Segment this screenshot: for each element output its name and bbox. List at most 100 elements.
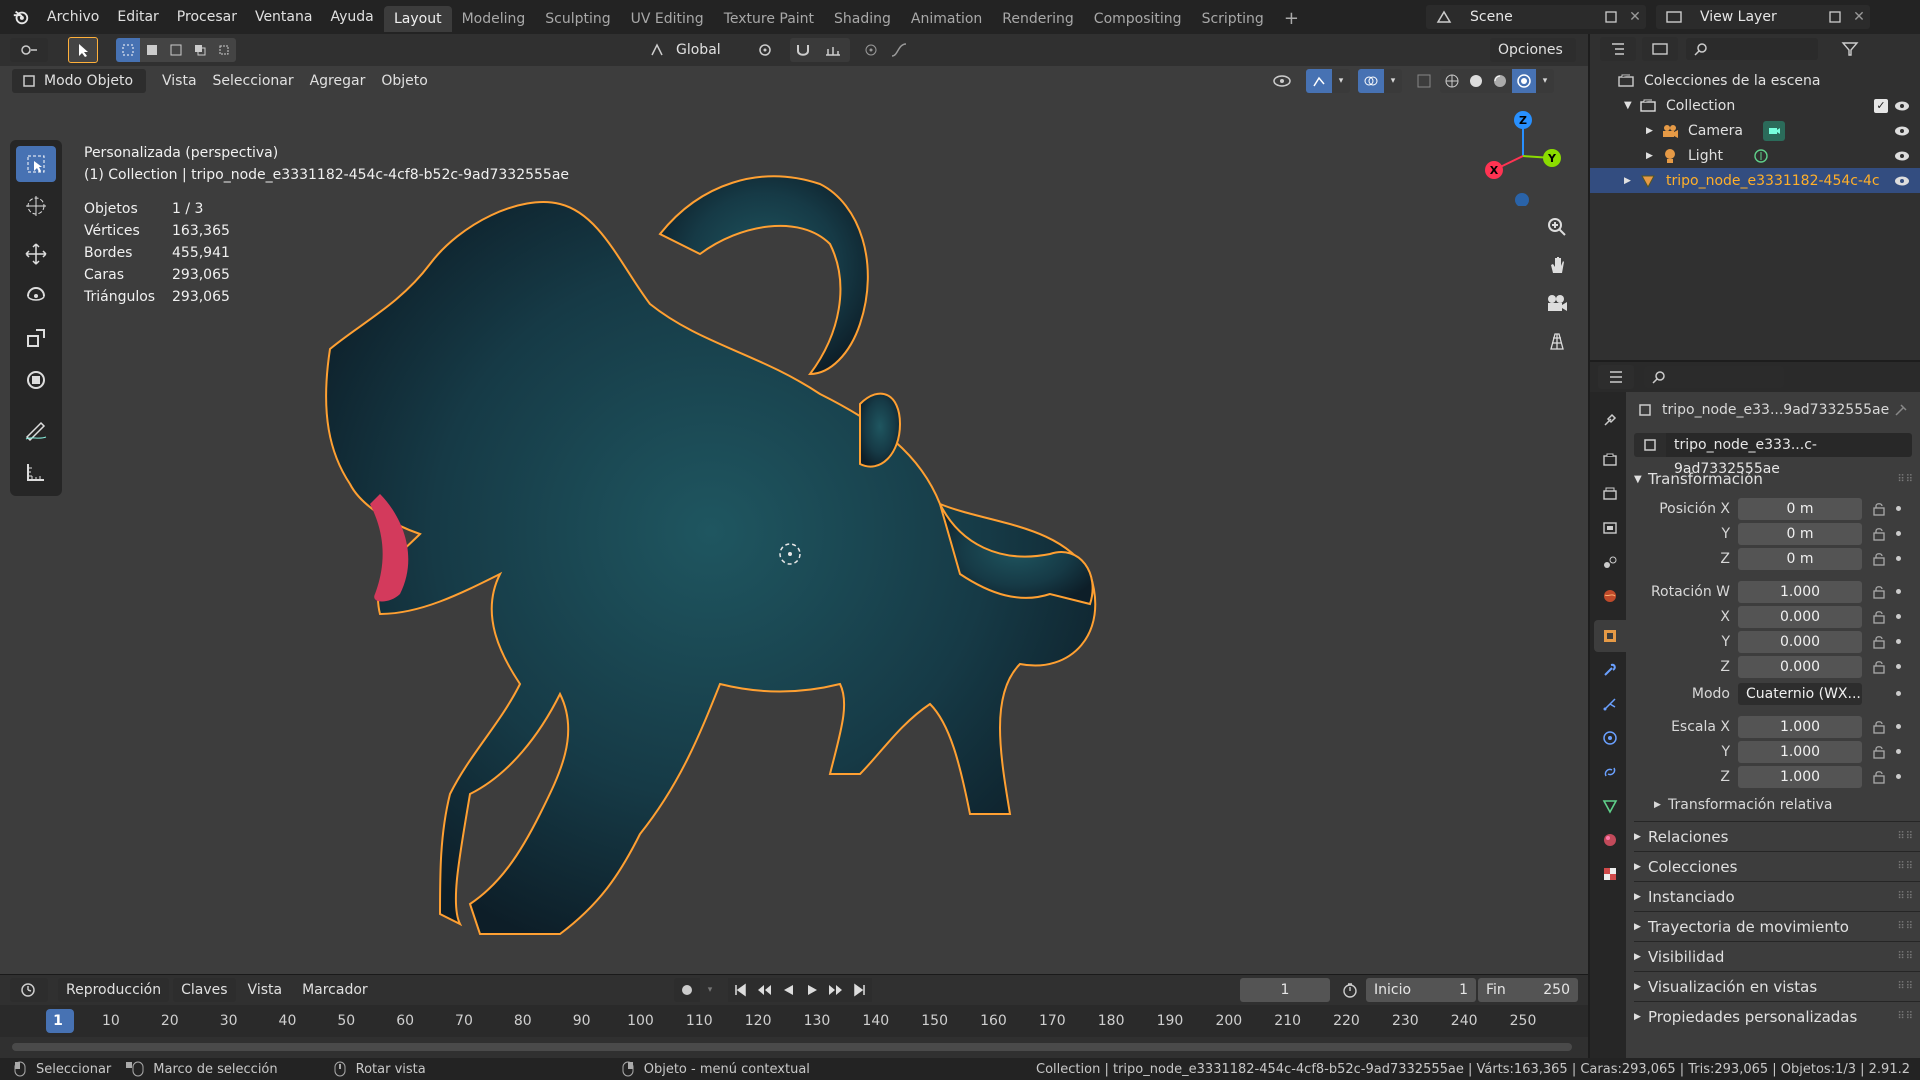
display-mode-icon[interactable] (1642, 37, 1678, 61)
use-preview-range-icon[interactable] (1338, 978, 1362, 1002)
number-field[interactable]: 1.000 (1738, 740, 1862, 763)
camera-data-icon[interactable] (1762, 120, 1785, 141)
snap-target-icon[interactable] (816, 38, 850, 62)
lock-icon[interactable] (1872, 502, 1886, 516)
light-data-icon[interactable] (1753, 148, 1769, 164)
delete-scene-icon[interactable]: ✕ (1624, 5, 1646, 29)
lock-icon[interactable] (1872, 720, 1886, 734)
keyframe-dot-icon[interactable] (1896, 614, 1901, 619)
drag-handle-icon[interactable]: ⠿⠿ (1897, 1011, 1914, 1022)
number-field[interactable]: 1.000 (1738, 715, 1862, 738)
menu-procesar[interactable]: Procesar (168, 4, 246, 30)
material-shading-icon[interactable] (1488, 69, 1512, 93)
editor-type-icon[interactable] (10, 38, 48, 62)
panel-trayectoria-de-movimiento[interactable]: ▶ Trayectoria de movimiento ⠿⠿ (1634, 911, 1920, 941)
data-tab-icon[interactable] (1594, 790, 1626, 822)
current-frame-field[interactable]: 1 (1240, 978, 1330, 1002)
keyframe-dot-icon[interactable] (1896, 556, 1901, 561)
keyframe-dot-icon[interactable] (1896, 774, 1901, 779)
collapse-arrow-icon[interactable]: ▼ (1624, 100, 1638, 111)
physics-tab-icon[interactable] (1594, 722, 1626, 754)
outliner-editor-type-icon[interactable] (1600, 37, 1636, 61)
number-field[interactable]: 1.000 (1738, 765, 1862, 788)
cursor-tool[interactable] (16, 188, 56, 224)
timeline-menu-vista[interactable]: Vista (240, 978, 291, 1002)
drag-handle-icon[interactable]: ⠿⠿ (1897, 474, 1914, 485)
tab-compositing[interactable]: Compositing (1084, 6, 1192, 32)
output-tab-icon[interactable] (1594, 478, 1626, 510)
scene-selector-icon[interactable] (1426, 5, 1462, 29)
wireframe-shading-icon[interactable] (1440, 69, 1464, 93)
select-intersect-icon[interactable] (212, 38, 236, 62)
select-box-tool[interactable] (16, 146, 56, 182)
filter-icon[interactable] (1830, 37, 1870, 61)
pin-icon[interactable] (1894, 403, 1908, 417)
keying-dropdown-icon[interactable]: ▾ (700, 978, 720, 1002)
mode-dropdown[interactable]: Modo Objeto (12, 69, 146, 93)
object-tab-icon[interactable] (1594, 620, 1626, 652)
jump-start-icon[interactable] (728, 978, 752, 1002)
select-tool-icon[interactable] (68, 37, 98, 63)
visibility-selector-icon[interactable] (1264, 69, 1300, 93)
modifier-tab-icon[interactable] (1594, 654, 1626, 686)
panel-propiedades-personalizadas[interactable]: ▶ Propiedades personalizadas ⠿⠿ (1634, 1001, 1920, 1031)
tab-layout[interactable]: Layout (384, 6, 452, 32)
panel-visualizacion-en-vistas[interactable]: ▶ Visualización en vistas ⠿⠿ (1634, 971, 1920, 1001)
play-reverse-icon[interactable] (776, 978, 800, 1002)
keyframe-dot-icon[interactable] (1896, 531, 1901, 536)
number-field[interactable]: 0.000 (1738, 630, 1862, 653)
end-frame-field[interactable]: Fin 250 (1478, 978, 1578, 1002)
zoom-icon[interactable] (1540, 210, 1574, 244)
shading-dropdown-icon[interactable]: ▾ (1536, 69, 1554, 93)
keyframe-dot-icon[interactable] (1896, 506, 1901, 511)
drag-handle-icon[interactable]: ⠿⠿ (1897, 981, 1914, 992)
select-subtract-icon[interactable] (164, 38, 188, 62)
drag-handle-icon[interactable]: ⠿⠿ (1897, 861, 1914, 872)
gizmo-dropdown-icon[interactable]: ▾ (1332, 69, 1350, 93)
material-tab-icon[interactable] (1594, 824, 1626, 856)
tool-tab-icon[interactable] (1594, 404, 1626, 436)
object-selector-icon[interactable] (1634, 433, 1666, 457)
menu-archivo[interactable]: Archivo (38, 4, 108, 30)
drag-handle-icon[interactable]: ⠿⠿ (1897, 891, 1914, 902)
tab-modeling[interactable]: Modeling (452, 6, 536, 32)
delta-transform-label[interactable]: Transformación relativa (1668, 797, 1832, 813)
options-dropdown[interactable]: Opciones (1490, 38, 1576, 62)
keyframe-dot-icon[interactable] (1896, 664, 1901, 669)
keyframe-dot-icon[interactable] (1896, 639, 1901, 644)
keyframe-dot-icon[interactable] (1896, 589, 1901, 594)
blender-logo-icon[interactable] (8, 4, 34, 30)
view-layer-field[interactable]: View Layer (1692, 5, 1822, 29)
outliner-row-collection[interactable]: ▼ Collection ✓ (1590, 93, 1920, 118)
jump-end-icon[interactable] (848, 978, 872, 1002)
snap-icon[interactable] (790, 38, 816, 62)
navigation-gizmo[interactable]: Z X Y (1478, 106, 1568, 206)
number-field[interactable]: 0.000 (1738, 605, 1862, 628)
lock-icon[interactable] (1872, 527, 1886, 541)
scale-tool[interactable] (16, 320, 56, 356)
drag-handle-icon[interactable]: ⠿⠿ (1897, 951, 1914, 962)
outliner-row-camera[interactable]: ▶ Camera (1590, 118, 1920, 143)
timeline-menu-claves[interactable]: Claves (173, 978, 236, 1002)
rotate-tool[interactable] (16, 278, 56, 314)
viewport-menu-vista[interactable]: Vista (154, 69, 205, 93)
add-workspace-button[interactable]: + (1274, 6, 1309, 32)
delete-view-layer-icon[interactable]: ✕ (1848, 5, 1870, 29)
scene-name-field[interactable]: Scene (1462, 5, 1598, 29)
measure-tool[interactable] (16, 454, 56, 490)
view-layer-tab-icon[interactable] (1594, 512, 1626, 544)
view-layer-icon[interactable] (1656, 5, 1692, 29)
expand-arrow-icon[interactable]: ▶ (1646, 126, 1660, 136)
drag-handle-icon[interactable]: ⠿⠿ (1897, 831, 1914, 842)
new-scene-icon[interactable] (1598, 5, 1624, 29)
eye-icon[interactable] (1894, 100, 1910, 112)
outliner-search-field[interactable] (1686, 38, 1818, 60)
number-field[interactable]: 1.000 (1738, 580, 1862, 603)
panel-relaciones[interactable]: ▶ Relaciones ⠿⠿ (1634, 821, 1920, 851)
xray-toggle-icon[interactable] (1412, 69, 1436, 93)
move-tool[interactable] (16, 236, 56, 272)
expand-arrow-icon[interactable]: ▶ (1654, 800, 1668, 810)
start-frame-field[interactable]: Inicio 1 (1366, 978, 1476, 1002)
keyframe-dot-icon[interactable] (1896, 691, 1901, 696)
panel-visibilidad[interactable]: ▶ Visibilidad ⠿⠿ (1634, 941, 1920, 971)
